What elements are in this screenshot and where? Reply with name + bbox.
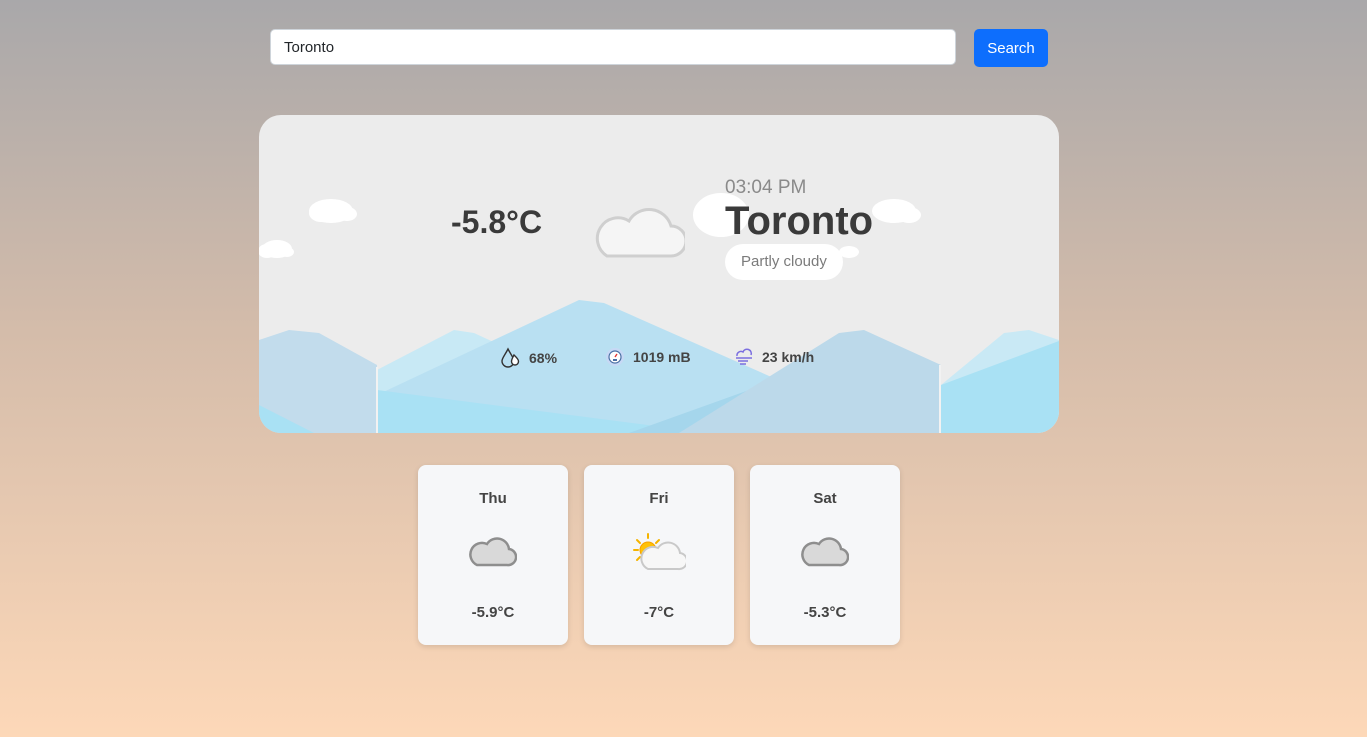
moon-cloud-icon [595, 178, 685, 258]
search-input[interactable] [270, 29, 956, 65]
humidity-icon [501, 347, 520, 368]
humidity-stat: 68% [500, 347, 557, 368]
pressure-gauge-icon [606, 348, 624, 366]
forecast-card-thu: Thu -5.9°C [418, 465, 568, 645]
forecast-card-sat: Sat -5.3°C [750, 465, 900, 645]
forecast-day: Thu [479, 490, 507, 507]
cloud-icon [801, 537, 849, 567]
search-button[interactable]: Search [974, 29, 1048, 67]
forecast-day: Fri [649, 490, 669, 507]
pressure-value: 1019 mB [633, 349, 691, 365]
wind-value: 23 km/h [762, 349, 815, 365]
current-weather-card: -5.8°C 03:04 PM Toronto Partly cloudy 68… [259, 115, 1059, 433]
current-temperature: -5.8°C [451, 204, 543, 240]
sun-cloud-icon [633, 533, 686, 571]
city-name: Toronto [725, 199, 874, 243]
condition-badge: Partly cloudy [725, 244, 843, 280]
mountain-scene [259, 193, 1059, 433]
forecast-temp: -5.3°C [803, 604, 847, 621]
forecast-day: Sat [813, 490, 837, 507]
wind-icon [736, 348, 753, 365]
forecast-temp: -7°C [643, 604, 675, 621]
current-time: 03:04 PM [725, 177, 807, 198]
pressure-stat: 1019 mB [605, 347, 691, 367]
humidity-value: 68% [529, 349, 558, 366]
cloud-icon [469, 537, 517, 567]
forecast-temp: -5.9°C [471, 604, 515, 621]
wind-stat: 23 km/h [734, 347, 814, 367]
forecast-card-fri: Fri -7°C [584, 465, 734, 645]
